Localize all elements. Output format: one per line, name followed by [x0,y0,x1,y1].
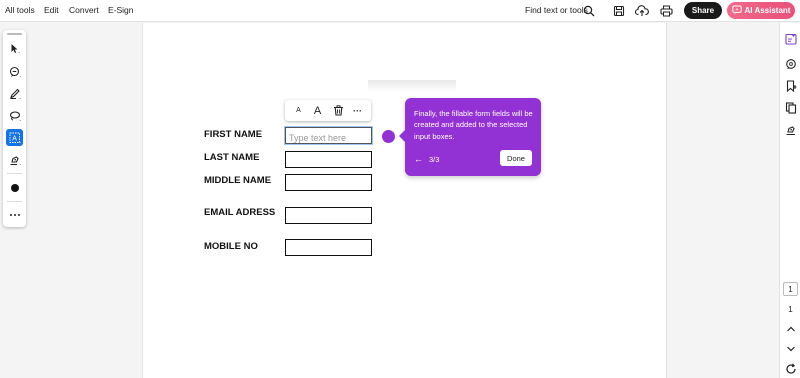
document-page: A A ··· FIRST NAME LAST NAME MIDDLE NAME… [142,23,667,378]
menu-edit[interactable]: Edit [44,5,59,15]
palette-divider [7,173,22,174]
sign-icon[interactable] [782,121,799,138]
first-name-input[interactable] [286,130,371,146]
palette-divider [7,201,22,202]
coachmark-text: Finally, the fillable form fields will b… [414,109,533,141]
save-icon[interactable] [611,3,627,19]
bookmark-icon[interactable] [782,77,799,94]
select-cursor-icon[interactable] [6,40,23,57]
increase-font-size-button[interactable]: A [309,102,326,119]
coachmark-tooltip: Finally, the fillable form fields will b… [399,98,541,176]
total-page-count: 1 [788,304,793,314]
text-field-toolbar: A A ··· [285,100,371,121]
last-name-field[interactable] [285,151,372,168]
lasso-icon[interactable] [6,107,23,124]
text-field-icon[interactable]: A [6,129,23,146]
chevron-down-icon[interactable] [782,340,799,357]
delete-icon[interactable] [330,102,347,119]
mobile-no-label: MOBILE NO [204,241,258,252]
menu-convert[interactable]: Convert [69,5,99,15]
last-name-label: LAST NAME [204,152,260,163]
chevron-up-icon[interactable] [782,320,799,337]
coachmark-step: 3/3 [429,155,440,164]
comment-icon[interactable] [6,63,23,80]
copy-pages-icon[interactable] [782,99,799,116]
more-options-button[interactable]: ··· [349,102,366,119]
find-text-label[interactable]: Find text or tools [525,5,588,15]
email-address-label: EMAIL ADRESS [204,207,276,218]
decrease-font-size-button[interactable]: A [290,102,307,119]
svg-text:A: A [12,135,17,142]
more-icon[interactable] [6,206,23,223]
page-shadow-strip [368,80,456,92]
ai-assistant-button[interactable]: AI Assistant [727,2,795,19]
ai-assistant-icon [731,5,742,17]
palette-drag-handle[interactable] [7,33,22,35]
email-address-field[interactable] [285,207,372,224]
menu-e-sign[interactable]: E-Sign [108,5,134,15]
share-button[interactable]: Share [684,2,722,19]
color-dot-icon[interactable] [6,179,23,196]
left-tool-palette: A [3,30,26,227]
comment-bubble-icon[interactable] [782,55,799,72]
draw-pen-icon[interactable] [6,85,23,102]
signature-pen-icon[interactable] [6,151,23,168]
form-fill-icon[interactable] [782,30,799,47]
print-icon[interactable] [658,3,674,19]
back-arrow-icon[interactable]: ← [414,154,423,164]
current-page-number[interactable]: 1 [783,282,798,296]
mobile-no-field[interactable] [285,239,372,256]
first-name-label: FIRST NAME [204,129,263,140]
search-icon[interactable] [581,3,597,19]
done-button[interactable]: Done [500,150,532,166]
menu-all-tools[interactable]: All tools [5,5,35,15]
refresh-icon[interactable] [782,360,799,377]
right-rail: 1 1 [779,23,800,378]
middle-name-field[interactable] [285,174,372,191]
top-bar: All tools Edit Convert E-Sign Find text … [0,0,800,22]
ai-assistant-label: AI Assistant [744,6,791,15]
middle-name-label: MIDDLE NAME [204,175,272,186]
first-name-field[interactable] [285,127,372,146]
coachmark-beacon [382,130,395,143]
upload-cloud-icon[interactable] [634,3,650,19]
